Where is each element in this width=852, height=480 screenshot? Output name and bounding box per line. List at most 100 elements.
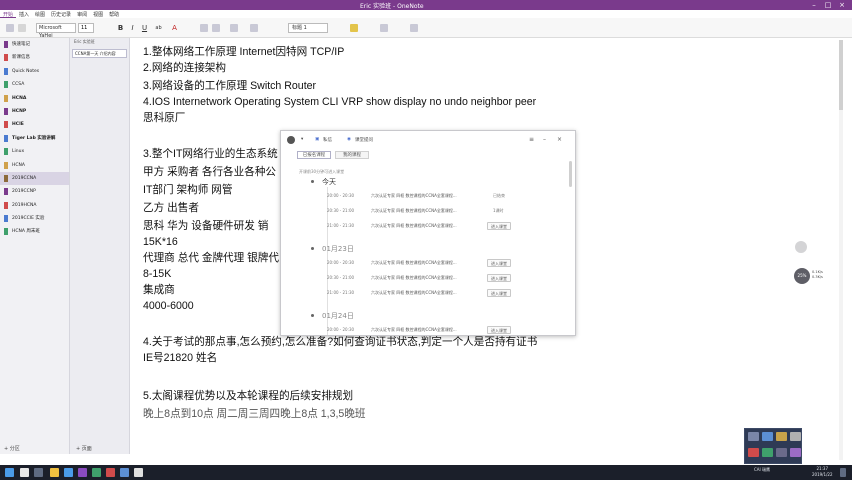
enter-class-button[interactable]: 进入课堂 <box>487 289 511 297</box>
onenote-icon[interactable] <box>78 468 87 477</box>
note-line[interactable]: 2.网络的连接架构 <box>143 62 226 75</box>
add-page-button[interactable]: + 页面 <box>76 445 92 452</box>
ime-indicator[interactable]: CAI 瑞鹰 <box>754 467 770 473</box>
underline-button[interactable]: U <box>140 23 149 33</box>
note-line[interactable]: 思科原厂 <box>143 112 185 125</box>
page-item[interactable]: CCNA第一天 介绍内容 <box>72 49 127 58</box>
italic-button[interactable]: I <box>128 23 137 33</box>
minimize-icon[interactable]: – <box>543 136 546 143</box>
task-view-icon[interactable] <box>34 468 43 477</box>
font-size-select[interactable]: 11 <box>78 23 94 33</box>
dialog-scrollbar[interactable] <box>569 161 572 187</box>
add-section-button[interactable]: + 分区 <box>4 445 20 452</box>
note-line[interactable]: 代理商 总代 金牌代理 银牌代 <box>143 252 279 265</box>
class-question-link[interactable]: 课堂提问 <box>355 137 373 143</box>
enter-class-button[interactable]: 进入课堂 <box>487 259 511 267</box>
note-line[interactable]: 5.太阁课程优势以及本轮课程的后续安排规划 <box>143 390 353 403</box>
tab-my-courses[interactable]: 我的课程 <box>335 151 369 159</box>
tray-app-icon[interactable] <box>790 448 801 457</box>
cpu-usage-badge[interactable]: 25% <box>794 268 810 284</box>
note-line[interactable]: 1.整体网络工作原理 Internet因特网 TCP/IP <box>143 46 344 59</box>
note-line[interactable]: 3.整个IT网络行业的生态系统 <box>143 148 278 161</box>
note-line[interactable]: IE号21820 姓名 <box>143 352 217 365</box>
sidebar-section[interactable]: HCIE <box>0 118 69 131</box>
close-icon[interactable]: × <box>836 0 848 10</box>
tray-app-icon[interactable] <box>748 432 759 441</box>
messages-link[interactable]: 私信 <box>323 137 332 143</box>
avatar[interactable] <box>287 136 295 144</box>
tab-review[interactable]: 审阅 <box>74 10 90 18</box>
font-color-button[interactable]: A <box>170 23 179 33</box>
app-icon[interactable] <box>120 468 129 477</box>
floating-assist-icon[interactable] <box>795 241 807 253</box>
minimize-icon[interactable]: – <box>808 0 820 10</box>
maximize-icon[interactable]: □ <box>822 0 834 10</box>
app-icon[interactable] <box>134 468 143 477</box>
note-line[interactable]: 思科 华为 设备硬件研发 销 <box>143 220 268 233</box>
tab-draw[interactable]: 绘图 <box>32 10 48 18</box>
enter-class-button[interactable]: 进入课堂 <box>487 222 511 230</box>
sidebar-section[interactable]: HCNA <box>0 92 69 105</box>
note-line[interactable]: 15K*16 <box>143 236 178 249</box>
chevron-down-icon[interactable]: ▾ <box>301 137 303 142</box>
sidebar-section[interactable]: HCNA 周末班 <box>0 225 69 238</box>
page-scrollbar[interactable] <box>839 40 843 460</box>
note-line[interactable]: 集成商 <box>143 284 175 297</box>
app-icon[interactable] <box>92 468 101 477</box>
tab-help[interactable]: 帮助 <box>106 10 122 18</box>
tag-icon[interactable] <box>350 24 358 32</box>
font-family-select[interactable]: Microsoft YaHei <box>36 23 76 39</box>
sidebar-section[interactable]: 新课信息 <box>0 51 69 64</box>
paste-icon[interactable] <box>6 24 14 32</box>
note-line[interactable]: 乙方 出售者 <box>143 202 199 215</box>
message-icon[interactable]: ▣ <box>315 137 319 142</box>
bold-button[interactable]: B <box>116 23 125 33</box>
strikethrough-button[interactable]: ab <box>154 23 163 33</box>
sidebar-section[interactable]: HCNA <box>0 159 69 172</box>
notification-icon[interactable] <box>840 468 846 477</box>
note-line[interactable]: 4000-6000 <box>143 300 194 313</box>
tray-app-icon[interactable] <box>776 448 787 457</box>
note-line[interactable]: 晚上8点到10点 周二周三周四晚上8点 1,3,5晚班 <box>143 408 366 421</box>
sidebar-section[interactable]: Quick Notes <box>0 65 69 78</box>
email-icon[interactable] <box>410 24 418 32</box>
sidebar-section[interactable]: HCNP <box>0 105 69 118</box>
tab-view[interactable]: 视图 <box>90 10 106 18</box>
start-icon[interactable] <box>5 468 14 477</box>
enter-class-button[interactable]: 进入课堂 <box>487 274 511 282</box>
style-select[interactable]: 标题 1 <box>288 23 328 33</box>
browser-icon[interactable] <box>64 468 73 477</box>
system-clock[interactable]: 21:37 2019/1/22 <box>812 466 833 478</box>
sidebar-section[interactable]: 2019CCNP <box>0 185 69 198</box>
scrollbar-thumb[interactable] <box>839 40 843 110</box>
sidebar-section[interactable]: 快速笔记 <box>0 38 69 51</box>
note-line[interactable]: 4.关于考试的那点事,怎么预约,怎么准备?如何查询证书状态,判定一个人是否持有证… <box>143 336 537 349</box>
sidebar-section[interactable]: 2019CCIE 实验 <box>0 212 69 225</box>
search-icon[interactable] <box>20 468 29 477</box>
sidebar-section[interactable]: CCSA <box>0 78 69 91</box>
todo-icon[interactable] <box>380 24 388 32</box>
tray-app-icon[interactable] <box>776 432 787 441</box>
note-line[interactable]: IT部门 架构师 网管 <box>143 184 232 197</box>
tray-app-icon[interactable] <box>762 448 773 457</box>
sidebar-section[interactable]: 2019HCNA <box>0 199 69 212</box>
tray-app-icon[interactable] <box>748 448 759 457</box>
sidebar-section[interactable]: Linux <box>0 145 69 158</box>
sidebar-section[interactable]: Tiger Lab 实验讲解 <box>0 132 69 145</box>
menu-icon[interactable]: ≡ <box>529 136 534 143</box>
tray-app-icon[interactable] <box>762 432 773 441</box>
tab-home[interactable]: 开始 <box>0 10 17 18</box>
bullets-icon[interactable] <box>200 24 208 32</box>
align-icon[interactable] <box>250 24 258 32</box>
close-icon[interactable]: × <box>557 136 562 143</box>
tab-history[interactable]: 历史记录 <box>48 10 74 18</box>
numbering-icon[interactable] <box>212 24 220 32</box>
note-line[interactable]: 8-15K <box>143 268 171 281</box>
note-line[interactable]: 3.网络设备的工作原理 Switch Router <box>143 80 316 93</box>
indent-icon[interactable] <box>230 24 238 32</box>
tab-insert[interactable]: 插入 <box>16 10 32 18</box>
sidebar-section[interactable]: 2019CCNA <box>0 171 69 186</box>
tray-app-icon[interactable] <box>790 432 801 441</box>
note-line[interactable]: 4.IOS Internetwork Operating System CLI … <box>143 96 536 109</box>
question-icon[interactable]: ◉ <box>347 137 351 142</box>
